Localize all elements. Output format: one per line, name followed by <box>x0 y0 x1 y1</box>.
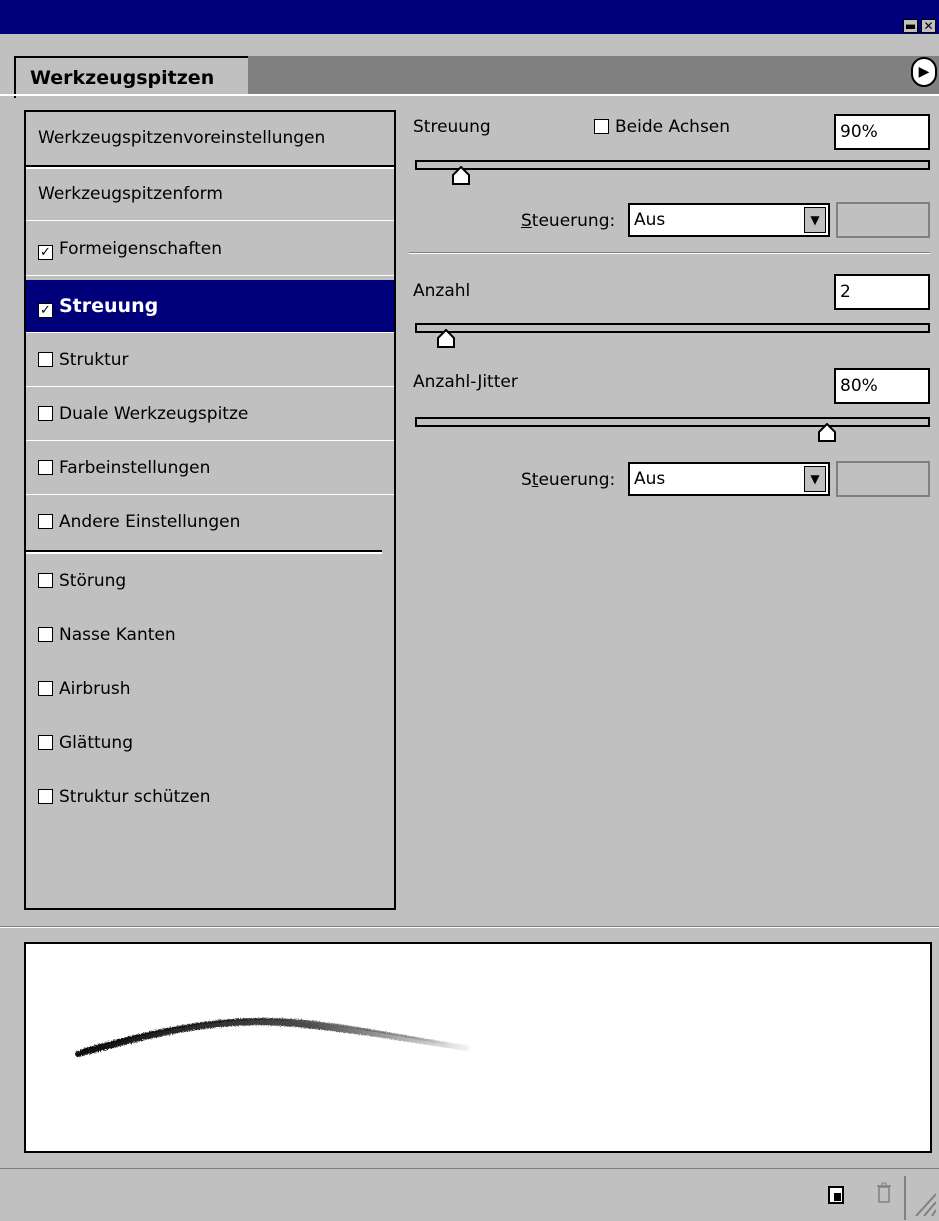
list-item[interactable]: Airbrush <box>26 663 394 716</box>
chevron-down-icon[interactable]: ▼ <box>804 207 826 233</box>
close-button[interactable]: ✕ <box>921 19 936 33</box>
control1-select-value: Aus <box>634 210 666 230</box>
streuung-slider-thumb[interactable] <box>451 166 471 186</box>
section-divider <box>409 252 930 254</box>
anzahl-slider-track[interactable] <box>415 323 930 333</box>
streuung-value-field[interactable]: 90% <box>834 114 930 150</box>
both-axes-box <box>594 119 609 134</box>
anzahl-label: Anzahl <box>413 281 471 301</box>
control2-select-value: Aus <box>634 469 666 489</box>
both-axes-checkbox[interactable]: Beide Achsen <box>594 117 730 137</box>
checkbox[interactable] <box>38 460 53 475</box>
list-group-divider <box>26 550 382 554</box>
streuung-label: Streuung <box>413 117 491 137</box>
new-preset-icon[interactable] <box>828 1186 844 1204</box>
trash-icon[interactable] <box>876 1182 892 1204</box>
list-item[interactable]: Farbeinstellungen <box>26 442 394 495</box>
list-item-label: Andere Einstellungen <box>59 512 241 532</box>
menu-arrow-icon: ▶ <box>918 64 930 80</box>
list-item[interactable]: Andere Einstellungen <box>26 496 394 549</box>
brush-stroke-image <box>75 1017 469 1057</box>
minimize-button[interactable]: ▬ <box>903 19 918 33</box>
list-item-label: Struktur <box>59 350 129 370</box>
resize-grip-icon[interactable] <box>912 1190 936 1216</box>
anzahl-jitter-slider-thumb[interactable] <box>817 423 837 443</box>
checkbox[interactable] <box>38 681 53 696</box>
list-item[interactable]: ✓ Formeigenschaften <box>26 223 394 276</box>
list-item-label: Glättung <box>59 733 133 753</box>
list-item-label: Formeigenschaften <box>59 239 223 259</box>
list-item[interactable]: Glättung <box>26 717 394 770</box>
list-item[interactable]: Nasse Kanten <box>26 609 394 662</box>
list-item[interactable]: Struktur schützen <box>26 771 394 824</box>
anzahl-jitter-label: Anzahl-Jitter <box>413 372 518 392</box>
checkbox[interactable] <box>38 735 53 750</box>
checkbox[interactable] <box>38 573 53 588</box>
list-item-label: Werkzeugspitzenvoreinstellungen <box>38 128 326 148</box>
brush-stroke-preview <box>24 942 932 1153</box>
list-item-label: Werkzeugspitzenform <box>38 184 223 204</box>
preview-divider <box>0 926 939 928</box>
control1-extra-field <box>836 202 930 238</box>
checkbox[interactable] <box>38 406 53 421</box>
control2-extra-field <box>836 461 930 497</box>
anzahl-value-field[interactable]: 2 <box>834 274 930 310</box>
tab-werkzeugspitzen[interactable]: Werkzeugspitzen <box>14 56 249 98</box>
list-item[interactable]: Duale Werkzeugspitze <box>26 388 394 441</box>
checkbox-checked[interactable]: ✓ <box>38 303 53 318</box>
checkbox[interactable] <box>38 514 53 529</box>
list-item-label: Farbeinstellungen <box>59 458 211 478</box>
list-item-label: Struktur schützen <box>59 787 211 807</box>
list-item-presets[interactable]: Werkzeugspitzenvoreinstellungen <box>26 112 394 165</box>
title-bar <box>0 0 939 34</box>
chevron-down-icon[interactable]: ▼ <box>804 466 826 492</box>
checkbox[interactable] <box>38 789 53 804</box>
control1-select[interactable]: Aus ▼ <box>628 203 830 237</box>
list-item[interactable]: ✓ Streuung <box>26 280 394 333</box>
list-item-label: Nasse Kanten <box>59 625 176 645</box>
list-item-label: Streuung <box>59 295 159 317</box>
both-axes-label: Beide Achsen <box>615 117 731 137</box>
list-item[interactable]: Werkzeugspitzenform <box>26 168 394 221</box>
panel-menu-button[interactable]: ▶ <box>911 57 937 87</box>
control2-select[interactable]: Aus ▼ <box>628 462 830 496</box>
control1-label: Steuerung: <box>521 211 616 231</box>
tab-underline <box>0 94 939 96</box>
anzahl-jitter-slider-track[interactable] <box>415 417 930 427</box>
list-item[interactable]: Störung <box>26 555 394 608</box>
list-item-label: Duale Werkzeugspitze <box>59 404 249 424</box>
anzahl-jitter-value-field[interactable]: 80% <box>834 368 930 404</box>
checkbox[interactable] <box>38 352 53 367</box>
tab-strip-background <box>240 56 939 94</box>
bottom-bar <box>0 1168 939 1221</box>
list-item[interactable]: Struktur <box>26 334 394 387</box>
list-item-label: Airbrush <box>59 679 131 699</box>
streuung-slider-track[interactable] <box>415 160 930 170</box>
list-item-label: Störung <box>59 571 127 591</box>
checkbox-checked[interactable]: ✓ <box>38 245 53 260</box>
anzahl-slider-thumb[interactable] <box>436 329 456 349</box>
checkbox[interactable] <box>38 627 53 642</box>
bottom-bar-divider <box>904 1176 906 1220</box>
control2-label: Steuerung: <box>521 470 616 490</box>
brush-options-list: Werkzeugspitzenvoreinstellungen Werkzeug… <box>24 110 396 910</box>
